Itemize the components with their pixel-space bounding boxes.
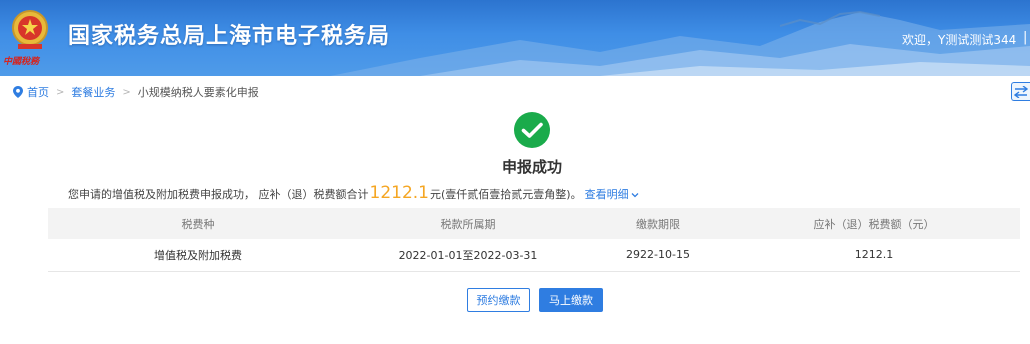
check-circle-icon (514, 112, 550, 148)
cell-tax-type: 增值税及附加税费 (48, 239, 348, 272)
column-header-payment-deadline: 缴款期限 (588, 208, 728, 239)
breadcrumb-current: 小规模纳税人要素化申报 (137, 86, 259, 99)
total-amount: 1212.1 (369, 183, 429, 203)
declaration-summary: 您申请的增值税及附加税费申报成功， 应补（退）税费额合计 1212.1 元(壹仟… (68, 183, 639, 203)
table-header-row: 税费种 税款所属期 缴款期限 应补（退）税费额（元） (48, 208, 1020, 239)
column-header-tax-type: 税费种 (48, 208, 348, 239)
table-row: 增值税及附加税费 2022-01-01至2022-03-31 2922-10-1… (48, 239, 1020, 272)
breadcrumb-package-services[interactable]: 套餐业务 (71, 84, 115, 100)
success-title: 申报成功 (501, 158, 562, 176)
back-arrow-icon (1014, 86, 1028, 98)
cell-payment-deadline: 2922-10-15 (588, 239, 728, 272)
tax-logo-text: 中國稅務 (3, 57, 40, 67)
breadcrumb-separator: > (56, 86, 65, 98)
chevron-down-icon (631, 193, 639, 198)
cell-tax-period: 2022-01-01至2022-03-31 (348, 239, 588, 272)
back-button[interactable] (1011, 82, 1030, 101)
summary-text: 您申请的增值税及附加税费申报成功， 应补（退）税费额合计 (68, 188, 369, 201)
location-pin-icon (13, 86, 23, 98)
tax-table: 税费种 税款所属期 缴款期限 应补（退）税费额（元） 增值税及附加税费 2022… (48, 208, 1020, 272)
breadcrumb-separator: > (122, 86, 131, 98)
cell-amount: 1212.1 (728, 239, 1020, 272)
amount-in-words: 元(壹仟贰佰壹拾贰元壹角整)。 (429, 188, 582, 201)
header-separator: | (1023, 30, 1028, 45)
column-header-amount: 应补（退）税费额（元） (728, 208, 1020, 239)
pay-now-button[interactable]: 马上缴款 (539, 288, 603, 312)
site-header: 国家税务总局上海市电子税务局 中國稅務 欢迎，Y测试测试344 | (0, 0, 1030, 76)
welcome-user-text[interactable]: 欢迎，Y测试测试344 (902, 31, 1016, 48)
site-title: 国家税务总局上海市电子税务局 (68, 24, 391, 49)
schedule-payment-button[interactable]: 预约缴款 (467, 288, 530, 312)
column-header-tax-period: 税款所属期 (348, 208, 588, 239)
national-emblem-icon (12, 10, 48, 49)
breadcrumb: 首页 > 套餐业务 > 小规模纳税人要素化申报 (13, 84, 259, 100)
view-details-link[interactable]: 查看明细 (585, 186, 639, 202)
breadcrumb-home[interactable]: 首页 (27, 84, 49, 100)
view-details-label: 查看明细 (584, 188, 629, 201)
